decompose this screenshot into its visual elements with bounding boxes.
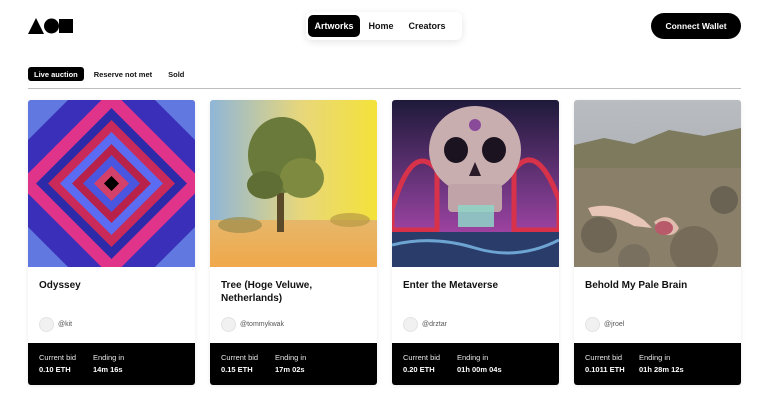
current-bid-label: Current bid	[221, 353, 259, 362]
artwork-title[interactable]: Enter the Metaverse	[403, 279, 543, 292]
current-bid-value: 0.10 ETH	[39, 365, 71, 374]
current-bid-value: 0.15 ETH	[221, 365, 253, 374]
filter-divider	[28, 88, 741, 89]
brand-logo[interactable]	[28, 18, 74, 34]
auction-info: Current bid Ending in 0.15 ETH 17m 02s	[210, 343, 377, 385]
avatar	[221, 316, 236, 332]
artwork-image-pale-brain[interactable]	[574, 100, 741, 267]
artwork-title[interactable]: Behold My Pale Brain	[585, 279, 725, 292]
creator-link[interactable]: @jroel	[585, 316, 624, 332]
ending-label: Ending in	[457, 353, 489, 362]
creator-link[interactable]: @kit	[39, 316, 72, 332]
ending-label: Ending in	[639, 353, 671, 362]
connect-wallet-button[interactable]: Connect Wallet	[651, 13, 741, 39]
creator-handle: @drztar	[422, 320, 447, 328]
ending-label: Ending in	[275, 353, 307, 362]
current-bid-value: 0.1011 ETH	[585, 365, 625, 374]
avatar	[403, 316, 418, 332]
ending-countdown: 14m 16s	[93, 365, 123, 374]
artwork-image-metaverse[interactable]	[392, 100, 559, 267]
current-bid-label: Current bid	[403, 353, 441, 362]
ending-label: Ending in	[93, 353, 125, 362]
artwork-image-tree[interactable]	[210, 100, 377, 267]
artwork-card[interactable]: Tree (Hoge Veluwe, Netherlands) @tommykw…	[210, 100, 377, 385]
artwork-card[interactable]: Odyssey @kit Current bid Ending in 0.10 …	[28, 100, 195, 385]
filter-reserve-not-met[interactable]: Reserve not met	[88, 67, 158, 81]
filter-live-auction[interactable]: Live auction	[28, 67, 84, 81]
creator-handle: @tommykwak	[240, 320, 285, 328]
filter-sold[interactable]: Sold	[162, 67, 190, 81]
avatar	[585, 316, 600, 332]
artwork-card[interactable]: Enter the Metaverse @drztar Current bid …	[392, 100, 559, 385]
nav-item-creators[interactable]: Creators	[402, 15, 452, 37]
auction-filter-tabs: Live auction Reserve not met Sold	[28, 67, 194, 81]
creator-link[interactable]: @drztar	[403, 316, 447, 332]
current-bid-label: Current bid	[585, 353, 623, 362]
ending-countdown: 01h 28m 12s	[639, 365, 684, 374]
ending-countdown: 17m 02s	[275, 365, 305, 374]
avatar	[39, 316, 54, 332]
auction-info: Current bid Ending in 0.10 ETH 14m 16s	[28, 343, 195, 385]
artwork-title[interactable]: Odyssey	[39, 279, 179, 292]
main-nav: Artworks Home Creators	[306, 12, 462, 40]
auction-info: Current bid Ending in 0.20 ETH 01h 00m 0…	[392, 343, 559, 385]
artwork-title[interactable]: Tree (Hoge Veluwe, Netherlands)	[221, 279, 361, 305]
creator-link[interactable]: @tommykwak	[221, 316, 284, 332]
artwork-card[interactable]: Behold My Pale Brain @jroel Current bid …	[574, 100, 741, 385]
creator-handle: @kit	[58, 320, 73, 328]
nav-item-artworks[interactable]: Artworks	[308, 15, 360, 37]
current-bid-value: 0.20 ETH	[403, 365, 435, 374]
ending-countdown: 01h 00m 04s	[457, 365, 502, 374]
artwork-image-odyssey[interactable]	[28, 100, 195, 267]
auction-info: Current bid Ending in 0.1011 ETH 01h 28m…	[574, 343, 741, 385]
nav-item-home[interactable]: Home	[366, 15, 396, 37]
current-bid-label: Current bid	[39, 353, 77, 362]
creator-handle: @jroel	[604, 320, 625, 328]
